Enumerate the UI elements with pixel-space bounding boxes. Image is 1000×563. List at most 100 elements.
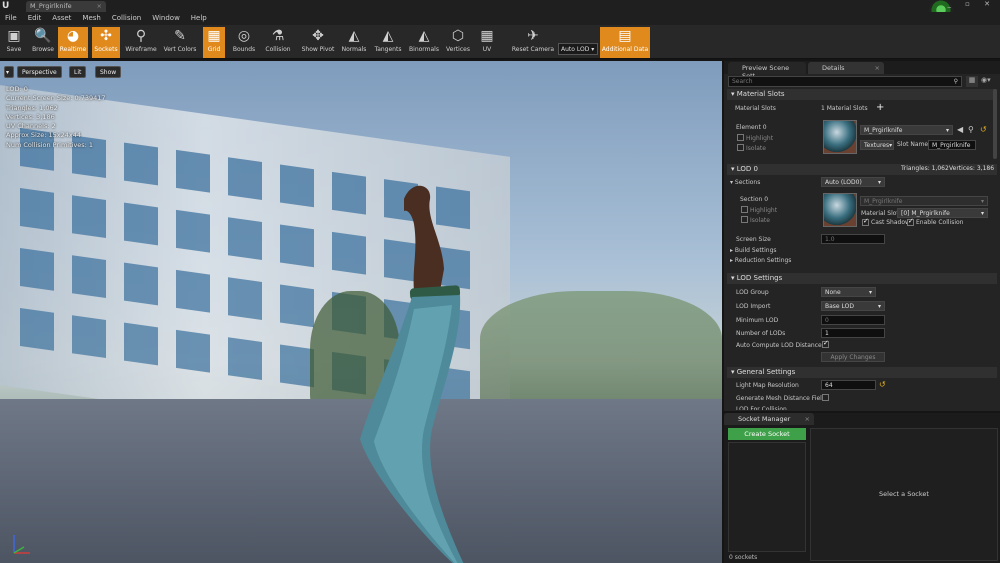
toolbar-save-button[interactable]: ▣ Save [2,27,26,58]
screen-size-input[interactable]: 1.0 [821,234,885,244]
menu-mesh[interactable]: Mesh [77,12,106,25]
lod0-title: LOD 0 [736,165,758,173]
viewport[interactable]: ▾ Perspective Lit Show LOD: 0 Current Scr… [0,61,722,563]
highlight-label: Highlight [746,135,774,142]
toolbar-collision-button[interactable]: ⚗ Collision [261,27,295,58]
toolbar-bounds-button[interactable]: ◎ Bounds [230,27,258,58]
lit-button[interactable]: Lit [69,66,87,78]
build-settings-row[interactable]: ▸ Build Settings [730,247,777,254]
general-settings-header[interactable]: ▾ General Settings [727,367,997,378]
num-lods-input[interactable]: 1 [821,328,885,338]
window-controls[interactable]: _ ▫ ✕ [947,0,996,10]
section-material-dropdown[interactable]: M_Prgirlknife ▾ [860,196,988,206]
socket-manager-tab[interactable]: Socket Manager × [724,413,814,425]
lightmap-label: Light Map Resolution [736,382,799,389]
perspective-button[interactable]: Perspective [17,66,62,78]
lod0-header[interactable]: ▾ LOD 0 Triangles: 1,062 Vertices: 3,186 [727,164,997,175]
textures-dropdown[interactable]: Textures▾ [860,140,894,150]
auto-lod-dropdown[interactable]: Auto LOD ▾ [558,43,598,55]
lod-collision-label: LOD For Collision [736,406,787,410]
lod-settings-header[interactable]: ▾ LOD Settings [727,273,997,284]
menu-asset[interactable]: Asset [47,12,77,25]
close-tab-icon[interactable]: × [805,415,810,423]
toolbar-label: Vert Colors [163,46,197,53]
add-material-icon[interactable]: + [876,102,884,113]
toolbar-vertices-button[interactable]: ⬡ Vertices [444,27,472,58]
auto-compute-checkbox[interactable] [822,339,829,348]
axis-gizmo-icon [13,535,30,554]
slot-name-input[interactable]: M_Prgirlknife [928,140,976,150]
toolbar-vert-colors-button[interactable]: ✎ Vert Colors [160,27,200,58]
enable-collision-checkbox[interactable] [907,217,914,226]
apply-changes-button[interactable]: Apply Changes [821,352,885,362]
toolbar-uv-button[interactable]: ▦ UV [476,27,498,58]
tab-preview-scene-settings[interactable]: Preview Scene Sett [728,62,806,80]
lightmap-input[interactable]: 64 [821,380,876,390]
sections-dropdown[interactable]: Auto (LOD0) ▾ [821,177,885,187]
close-tab-icon[interactable]: × [97,2,102,10]
toolbar-wireframe-button[interactable]: ⚲ Wireframe [125,27,157,58]
toolbar-binormals-button[interactable]: ◭ Binormals [408,27,440,58]
details-scrollbar[interactable] [993,89,997,159]
toolbar-additional-data-button[interactable]: ▤ Additional Data [600,27,650,58]
isolate-label: Isolate [746,145,766,152]
material-dropdown[interactable]: M_Prgirlknife ▾ [860,125,953,135]
toolbar-realtime-button[interactable]: ◕ Realtime [58,27,88,58]
menu-edit[interactable]: Edit [23,12,48,25]
toolbar-browse-button[interactable]: 🔍 Browse [30,27,56,58]
lod-group-value: None [825,289,841,296]
minimum-lod-input[interactable]: 0 [821,315,885,325]
isolate-checkbox[interactable] [737,144,744,151]
vertices-icon: ⬡ [451,28,465,44]
menu-collision[interactable]: Collision [107,12,147,25]
section-isolate-checkbox[interactable] [741,216,748,223]
toolbar-normals-button[interactable]: ◭ Normals [340,27,368,58]
highlight-checkbox[interactable] [737,134,744,141]
toolbar-tangents-button[interactable]: ◭ Tangents [372,27,404,58]
grid-view-icon[interactable]: ▦ [966,76,978,87]
browse-asset-icon[interactable]: ⚲ [968,125,974,134]
lod-import-dropdown[interactable]: Base LOD ▾ [821,301,885,311]
toolbar-show-pivot-button[interactable]: ✥ Show Pivot [300,27,336,58]
perspective-label: Perspective [22,69,57,76]
material-thumbnail[interactable] [823,120,857,154]
eye-icon[interactable]: ◉▾ [981,76,995,87]
reset-icon[interactable]: ↺ [980,125,987,134]
asset-tab[interactable]: M_Prgirlknife × [26,1,106,12]
unreal-logo-icon[interactable]: U [2,1,16,11]
lod0-vertices: Vertices: 3,186 [949,165,995,172]
select-socket-text: Select a Socket [879,490,929,498]
stat-line: Vertices: 3,186 [6,112,55,121]
toolbar-label: Bounds [232,46,256,53]
toolbar-grid-button[interactable]: ▦ Grid [203,27,225,58]
close-tab-icon[interactable]: × [875,64,880,72]
material-slots-header[interactable]: ▾ Material Slots [727,89,997,100]
section-highlight-checkbox[interactable] [741,206,748,213]
cast-shadow-checkbox[interactable] [862,217,869,226]
search-icon: ⚲ [953,78,958,85]
use-asset-icon[interactable]: ◀ [957,125,963,134]
distance-field-checkbox[interactable] [822,394,829,401]
lightmap-reset-icon[interactable]: ↺ [879,380,886,389]
lod-group-dropdown[interactable]: None ▾ [821,287,876,297]
tab-details-label: Details [822,64,845,72]
menu-window[interactable]: Window [147,12,186,25]
toolbar-sockets-button[interactable]: ✣ Sockets [92,27,120,58]
viewport-options-button[interactable]: ▾ [4,66,14,78]
create-socket-button[interactable]: Create Socket [728,428,806,440]
search-input[interactable]: Search ⚲ [728,76,962,87]
building-window [280,224,314,268]
section-material-thumbnail[interactable] [823,193,857,227]
toolbar-reset-camera-button[interactable]: ✈ Reset Camera [510,27,556,58]
menu-file[interactable]: File [0,12,23,25]
title-bar [0,0,1000,12]
vert-colors-icon: ✎ [174,28,186,44]
reduction-settings-row[interactable]: ▸ Reduction Settings [730,257,791,264]
socket-list[interactable] [728,442,806,552]
building-window [72,195,106,239]
tab-details[interactable]: Details × [808,62,884,74]
show-button[interactable]: Show [95,66,122,78]
toolbar-label: Sockets [94,46,118,53]
menu-help[interactable]: Help [186,12,213,25]
lod0-triangles: Triangles: 1,062 [901,165,949,172]
